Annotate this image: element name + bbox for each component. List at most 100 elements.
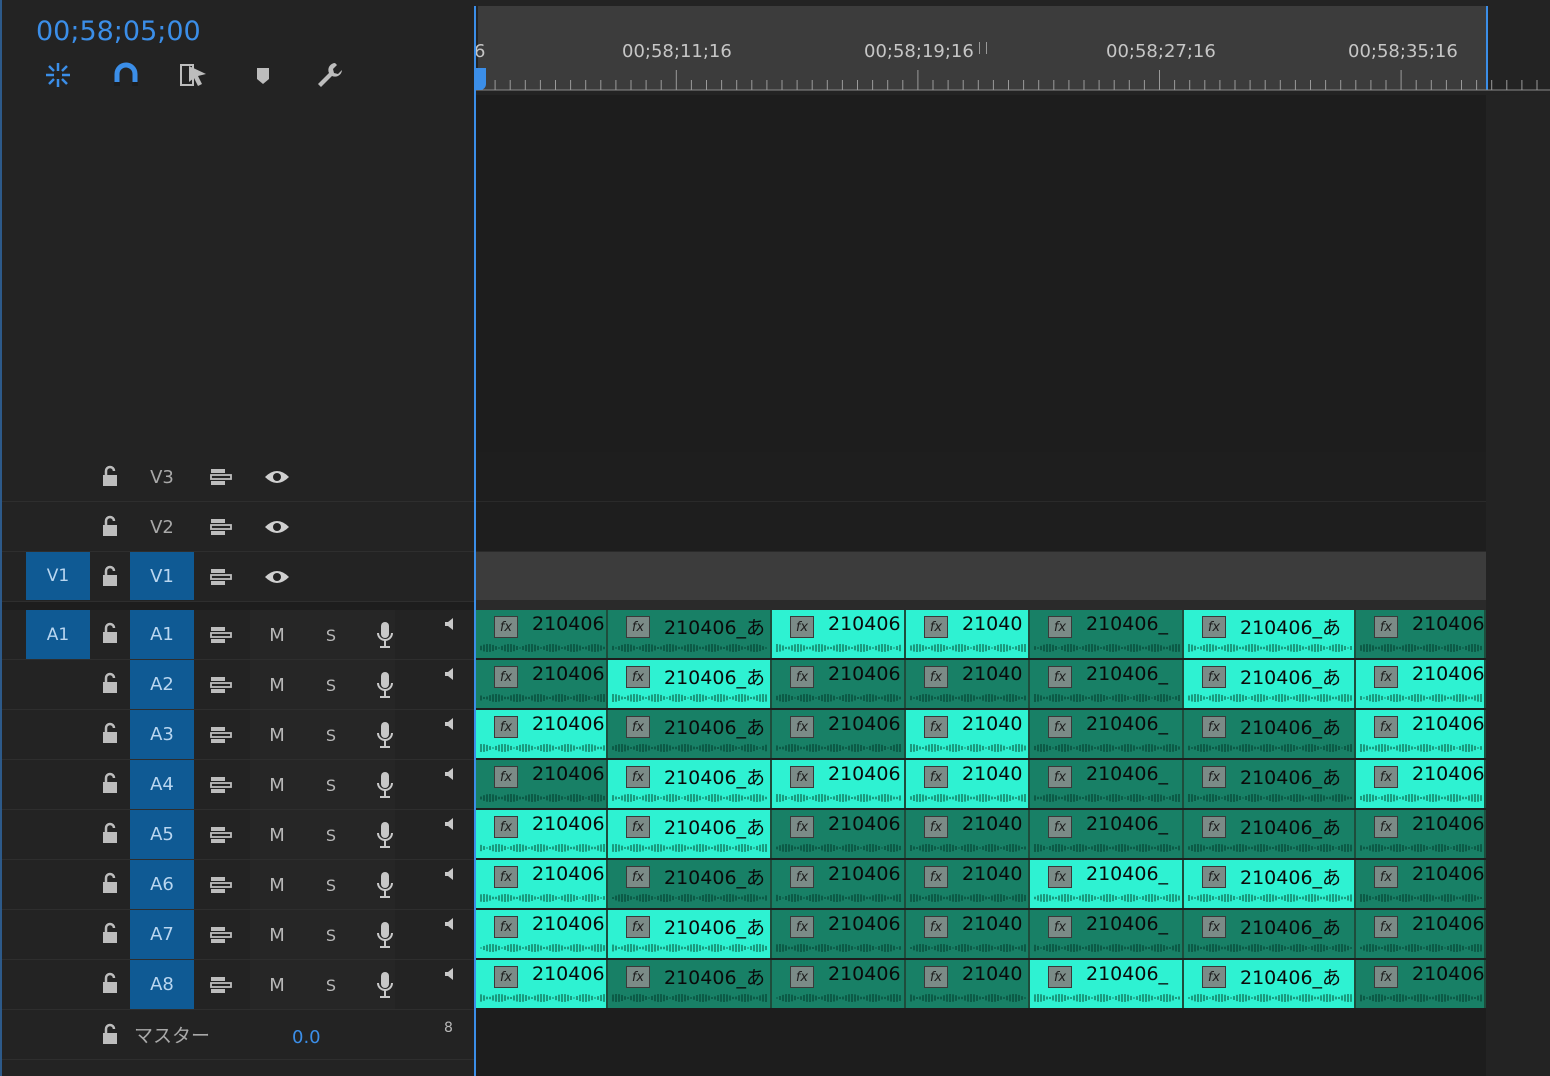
playhead-timecode[interactable]: 00;58;05;00 xyxy=(36,16,201,47)
fx-badge-icon[interactable]: fx xyxy=(924,666,948,688)
audio-track-lanes[interactable]: fx 210406 fx 210406_あ fx 210406 fx 21040 fx 21040… xyxy=(476,610,1486,1010)
lock-icon[interactable] xyxy=(98,512,122,540)
audio-clip[interactable]: fx 210406 xyxy=(772,960,906,1008)
sync-lock-icon[interactable] xyxy=(208,722,236,748)
fx-badge-icon[interactable]: fx xyxy=(924,866,948,888)
audio-clip[interactable]: fx 210406_あ xyxy=(1184,710,1356,758)
fx-badge-icon[interactable]: fx xyxy=(626,966,650,988)
fx-badge-icon[interactable]: fx xyxy=(494,966,518,988)
track-lane-v2[interactable] xyxy=(476,502,1486,552)
audio-clip[interactable]: fx 21040 xyxy=(906,660,1030,708)
solo-button[interactable]: S xyxy=(319,672,343,698)
audio-clip[interactable]: fx 210406_あ xyxy=(1184,960,1356,1008)
lock-icon[interactable] xyxy=(98,562,122,590)
fx-badge-icon[interactable]: fx xyxy=(1374,616,1398,638)
fx-badge-icon[interactable]: fx xyxy=(1374,666,1398,688)
track-target-a3[interactable]: A3 xyxy=(130,710,194,759)
fx-badge-icon[interactable]: fx xyxy=(790,916,814,938)
lock-icon[interactable] xyxy=(98,619,122,647)
fx-badge-icon[interactable]: fx xyxy=(494,616,518,638)
fx-badge-icon[interactable]: fx xyxy=(1374,716,1398,738)
audio-clip[interactable]: fx 210406_あ xyxy=(608,660,772,708)
master-volume-value[interactable]: 0.0 xyxy=(292,1024,321,1050)
audio-clip[interactable]: fx 21040 xyxy=(906,610,1030,658)
fx-badge-icon[interactable]: fx xyxy=(1048,716,1072,738)
track-target-v3[interactable]: V3 xyxy=(130,452,194,502)
lock-icon[interactable] xyxy=(98,719,122,747)
audio-clip[interactable]: fx 210406 xyxy=(476,660,608,708)
fx-badge-icon[interactable]: fx xyxy=(924,966,948,988)
fx-badge-icon[interactable]: fx xyxy=(494,916,518,938)
fx-badge-icon[interactable]: fx xyxy=(790,716,814,738)
wrench-icon[interactable] xyxy=(315,60,345,90)
audio-clip[interactable]: fx 210406_ xyxy=(1030,610,1184,658)
fx-badge-icon[interactable]: fx xyxy=(1048,766,1072,788)
audio-clip[interactable]: fx 210406 xyxy=(772,660,906,708)
audio-clip[interactable]: fx 210406_あ xyxy=(1184,760,1356,808)
fx-badge-icon[interactable]: fx xyxy=(790,816,814,838)
source-patch-a1[interactable]: A1 xyxy=(26,610,90,659)
audio-clip[interactable]: fx 210406_あ xyxy=(1184,910,1356,958)
audio-clip[interactable]: fx 210406_ xyxy=(1030,910,1184,958)
source-patch-v1[interactable]: V1 xyxy=(26,552,90,600)
mute-button[interactable]: M xyxy=(265,622,289,648)
mute-button[interactable]: M xyxy=(265,872,289,898)
solo-button[interactable]: S xyxy=(319,622,343,648)
fx-badge-icon[interactable]: fx xyxy=(1048,916,1072,938)
fx-badge-icon[interactable]: fx xyxy=(1202,866,1226,888)
lock-icon[interactable] xyxy=(98,1020,122,1048)
lock-icon[interactable] xyxy=(98,869,122,897)
audio-clip[interactable]: fx 210406 xyxy=(1356,710,1486,758)
audio-clip[interactable]: fx 210406 xyxy=(772,610,906,658)
fx-badge-icon[interactable]: fx xyxy=(494,766,518,788)
fx-badge-icon[interactable]: fx xyxy=(790,766,814,788)
fx-badge-icon[interactable]: fx xyxy=(924,916,948,938)
audio-clip[interactable]: fx 210406_ xyxy=(1030,710,1184,758)
audio-clip[interactable]: fx 210406 xyxy=(1356,810,1486,858)
track-target-a8[interactable]: A8 xyxy=(130,960,194,1009)
fx-badge-icon[interactable]: fx xyxy=(494,666,518,688)
fx-badge-icon[interactable]: fx xyxy=(790,866,814,888)
audio-clip[interactable]: fx 210406 xyxy=(772,810,906,858)
fx-badge-icon[interactable]: fx xyxy=(790,616,814,638)
sync-lock-icon[interactable] xyxy=(208,822,236,848)
fx-badge-icon[interactable]: fx xyxy=(790,966,814,988)
fx-badge-icon[interactable]: fx xyxy=(1202,966,1226,988)
track-lane-master[interactable] xyxy=(476,1010,1486,1076)
sync-lock-icon[interactable] xyxy=(208,464,236,490)
fx-badge-icon[interactable]: fx xyxy=(626,916,650,938)
track-target-a4[interactable]: A4 xyxy=(130,760,194,809)
linked-selection-icon[interactable] xyxy=(179,60,209,90)
video-audio-divider[interactable] xyxy=(2,602,474,610)
fx-badge-icon[interactable]: fx xyxy=(924,716,948,738)
audio-clip[interactable]: fx 210406 xyxy=(476,610,608,658)
audio-clip[interactable]: fx 21040 xyxy=(906,760,1030,808)
microphone-icon[interactable] xyxy=(374,619,396,651)
fx-badge-icon[interactable]: fx xyxy=(494,866,518,888)
fx-badge-icon[interactable]: fx xyxy=(626,866,650,888)
fx-badge-icon[interactable]: fx xyxy=(494,816,518,838)
work-area-grip-icon[interactable] xyxy=(979,42,987,54)
solo-button[interactable]: S xyxy=(319,972,343,998)
audio-clip[interactable]: fx 21040 xyxy=(906,810,1030,858)
audio-clip[interactable]: fx 210406_あ xyxy=(608,710,772,758)
audio-clip[interactable]: fx 210406 xyxy=(772,910,906,958)
track-target-a6[interactable]: A6 xyxy=(130,860,194,909)
audio-clip[interactable]: fx 210406 xyxy=(476,860,608,908)
magnet-icon[interactable] xyxy=(111,60,141,90)
audio-clip[interactable]: fx 210406_あ xyxy=(608,810,772,858)
fx-badge-icon[interactable]: fx xyxy=(1048,866,1072,888)
solo-button[interactable]: S xyxy=(319,722,343,748)
fx-badge-icon[interactable]: fx xyxy=(626,816,650,838)
sync-lock-icon[interactable] xyxy=(208,972,236,998)
sync-lock-icon[interactable] xyxy=(208,514,236,540)
mute-button[interactable]: M xyxy=(265,822,289,848)
marker-icon[interactable] xyxy=(248,60,278,90)
solo-button[interactable]: S xyxy=(319,772,343,798)
playhead-line[interactable] xyxy=(474,6,476,1076)
fx-badge-icon[interactable]: fx xyxy=(1048,816,1072,838)
fx-badge-icon[interactable]: fx xyxy=(626,766,650,788)
mute-button[interactable]: M xyxy=(265,972,289,998)
mute-button[interactable]: M xyxy=(265,922,289,948)
audio-clip[interactable]: fx 210406 xyxy=(476,960,608,1008)
